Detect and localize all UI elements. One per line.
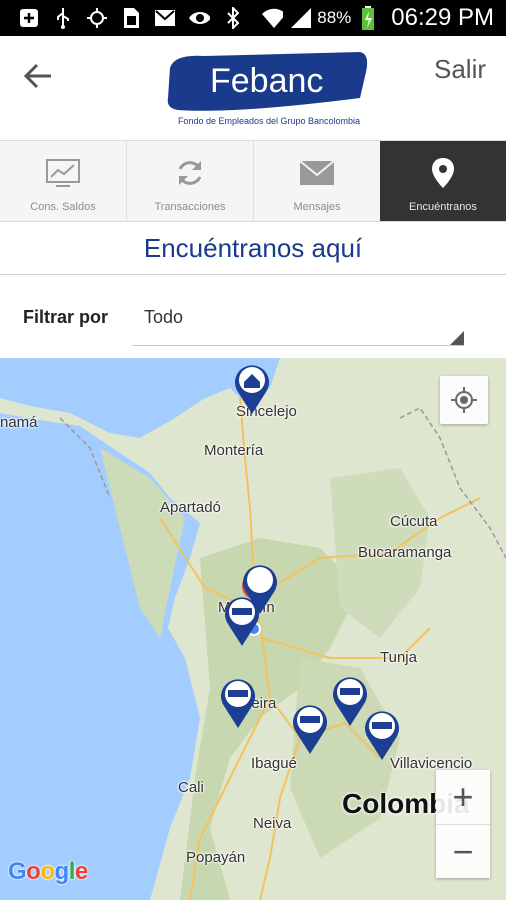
filter-selected-value: Todo <box>144 307 184 327</box>
signal-icon <box>289 7 312 29</box>
city-label: Ibagué <box>251 755 297 772</box>
logo-text: Febanc <box>210 62 323 100</box>
battery-charging-icon <box>357 6 379 30</box>
city-label: namá <box>0 414 38 431</box>
zoom-in-button[interactable]: + <box>436 770 490 824</box>
status-bar: 88% 06:29 PM <box>0 0 506 36</box>
wifi-icon <box>261 7 284 29</box>
logo-subtitle: Fondo de Empleados del Grupo Bancolombia <box>178 116 360 126</box>
map-view[interactable]: Sincelejo Montería Apartadó Cúcuta Bucar… <box>0 358 506 900</box>
tab-bar: Cons. Saldos Transacciones Mensajes Encu… <box>0 141 506 222</box>
zoom-out-button[interactable]: − <box>436 824 490 879</box>
tab-label: Transacciones <box>154 201 226 213</box>
filter-label: Filtrar por <box>23 307 109 327</box>
zoom-controls: + − <box>436 770 490 878</box>
city-label: Bucaramanga <box>358 544 452 561</box>
tab-label: Mensajes <box>293 201 341 213</box>
city-label: Apartadó <box>160 499 221 516</box>
city-label: Cúcuta <box>390 513 438 530</box>
arrow-back-icon <box>23 63 51 89</box>
city-label: Popayán <box>186 849 246 866</box>
tab-cons-saldos[interactable]: Cons. Saldos <box>0 141 126 221</box>
city-label: Montería <box>204 442 264 459</box>
branch-pin[interactable] <box>240 558 280 616</box>
filter-row: Filtrar por Todo <box>0 275 506 358</box>
city-label: Tunja <box>380 649 417 666</box>
eye-icon <box>188 7 210 29</box>
logout-button[interactable]: Salir <box>434 54 486 85</box>
branch-pin[interactable] <box>218 672 258 730</box>
sim-icon <box>120 7 142 29</box>
branch-pin[interactable] <box>232 358 272 416</box>
city-label: Cali <box>178 779 204 796</box>
tab-transacciones[interactable]: Transacciones <box>126 141 253 221</box>
dropdown-arrow-icon <box>450 331 464 345</box>
envelope-icon <box>299 155 335 191</box>
city-label: Neiva <box>253 815 292 832</box>
chart-monitor-icon <box>46 155 80 191</box>
page-title: Encuéntranos aquí <box>143 232 363 263</box>
clock: 06:29 PM <box>391 4 494 31</box>
add-box-icon <box>18 7 40 29</box>
app-bar: Febanc Fondo de Empleados del Grupo Banc… <box>0 36 506 141</box>
branch-pin[interactable] <box>290 698 330 756</box>
battery-percent: 88% <box>317 8 352 27</box>
gps-icon <box>86 7 108 29</box>
crosshair-icon <box>451 387 477 413</box>
bluetooth-icon <box>222 7 244 29</box>
febanc-logo: Febanc Fondo de Empleados del Grupo Banc… <box>164 48 374 128</box>
usb-icon <box>52 7 74 29</box>
branch-pin[interactable] <box>362 704 402 762</box>
gmail-icon <box>154 7 176 29</box>
filter-dropdown[interactable]: Todo <box>132 299 464 346</box>
section-header: Encuéntranos aquí <box>0 222 506 275</box>
location-pin-icon <box>431 155 455 191</box>
tab-label: Encuéntranos <box>409 201 477 213</box>
tab-encuentranos[interactable]: Encuéntranos <box>380 141 506 221</box>
tab-label: Cons. Saldos <box>30 201 96 213</box>
refresh-icon <box>175 155 205 191</box>
back-button[interactable] <box>18 58 58 94</box>
tab-mensajes[interactable]: Mensajes <box>253 141 380 221</box>
my-location-button[interactable] <box>440 376 488 424</box>
google-logo: Google <box>8 858 88 885</box>
